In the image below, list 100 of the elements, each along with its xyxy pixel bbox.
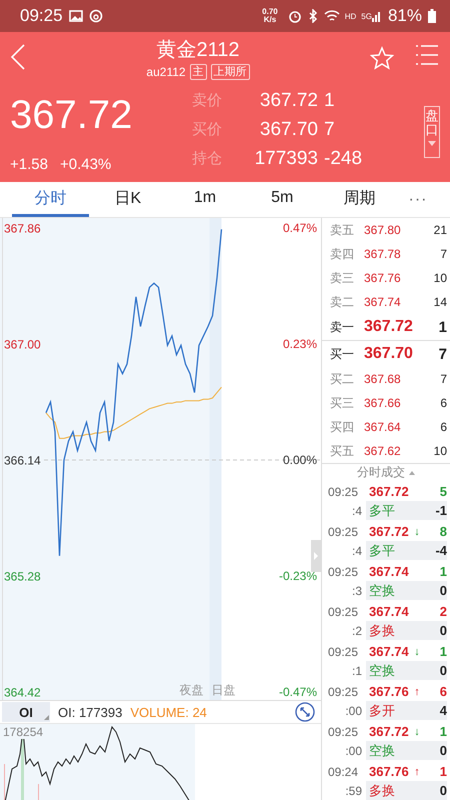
- book-level-label: 买一: [330, 346, 355, 362]
- book-price: 367.78: [364, 247, 402, 261]
- percent-tick: 0.47%: [282, 221, 317, 235]
- trade-price: 367.72: [368, 724, 409, 739]
- book-level-label: 买二: [330, 370, 355, 388]
- quote-label: 买价: [192, 120, 223, 140]
- book-price: 367.70: [364, 345, 414, 363]
- alarm-icon: [288, 9, 302, 23]
- trade-type: 多平: [366, 501, 425, 520]
- book-level-label: 买三: [330, 394, 355, 412]
- book-level-label: 卖五: [330, 222, 355, 238]
- trade-price: 367.74: [368, 644, 409, 659]
- trade-type: 多开: [366, 701, 425, 720]
- indicator-selector[interactable]: OI: [2, 702, 50, 722]
- position-change: 0: [425, 661, 447, 680]
- trade-type: 多换: [366, 781, 425, 800]
- clock-time: 09:25: [20, 6, 63, 26]
- expand-icon[interactable]: [295, 702, 315, 722]
- book-price: 367.74: [364, 295, 402, 309]
- book-quantity: 10: [432, 444, 447, 458]
- network-speed: 0.70: [262, 8, 278, 16]
- book-quantity: 1: [438, 318, 447, 336]
- trade-price: 367.76: [368, 684, 409, 699]
- trade-price: 367.74: [368, 564, 409, 579]
- contract-code: au2112: [146, 65, 186, 79]
- position-change: 0: [425, 741, 447, 760]
- menu-icon[interactable]: [416, 44, 438, 66]
- book-price: 367.64: [364, 420, 402, 434]
- price-tick: 364.42: [4, 686, 41, 700]
- book-quantity: 6: [439, 420, 447, 434]
- position-change: -4: [425, 541, 447, 560]
- period-tab[interactable]: 日K: [89, 182, 166, 217]
- trade-seconds: :59: [344, 784, 363, 798]
- trade-time: 09:25: [328, 524, 360, 538]
- book-level-label: 买四: [330, 418, 355, 436]
- quote-extra: 7: [324, 119, 336, 140]
- change-percent: +0.43%: [60, 156, 112, 173]
- book-price: 367.68: [364, 372, 402, 386]
- trade-quantity: 2: [438, 604, 447, 619]
- star-icon[interactable]: [370, 46, 394, 70]
- trade-arrow: ↓: [413, 646, 421, 658]
- trade-type: 空换: [366, 741, 425, 760]
- wifi-icon: [324, 10, 340, 22]
- price-tick: 365.28: [4, 570, 41, 584]
- trade-quantity: 1: [438, 564, 447, 579]
- position-change: 0: [425, 621, 447, 640]
- trade-quantity: 5: [438, 484, 447, 499]
- trade-seconds: :1: [350, 664, 363, 678]
- trade-seconds: :4: [350, 544, 363, 558]
- quote-extra: 1: [324, 90, 336, 111]
- percent-tick: -0.23%: [278, 569, 317, 583]
- percent-tick: 0.00%: [282, 453, 317, 467]
- quote-extra: -248: [324, 148, 364, 169]
- book-price: 367.76: [364, 271, 402, 285]
- book-quantity: 7: [439, 372, 447, 386]
- trade-time: 09:25: [328, 484, 360, 498]
- panel-handle[interactable]: [311, 540, 321, 572]
- trade-quantity: 6: [438, 684, 447, 699]
- trade-seconds: :2: [350, 624, 363, 638]
- signal-icon: [372, 10, 382, 22]
- oi-value: OI: 177393: [58, 704, 122, 720]
- volume-value: VOLUME: 24: [130, 704, 207, 720]
- bluetooth-icon: [308, 9, 318, 23]
- position-change: 0: [425, 781, 447, 800]
- trade-time: 09:25: [328, 684, 360, 698]
- period-tab[interactable]: 5m: [244, 182, 321, 217]
- back-icon[interactable]: [10, 44, 26, 70]
- trade-quantity: 1: [438, 724, 447, 739]
- quote-label: 持仓: [192, 149, 223, 169]
- position-change: 0: [425, 581, 447, 600]
- book-quantity: 21: [432, 223, 447, 237]
- book-level-label: 卖一: [330, 318, 355, 336]
- position-change: -1: [425, 501, 447, 520]
- trade-quantity: 1: [438, 764, 447, 779]
- price-change: +1.58: [10, 156, 48, 173]
- oi-scale: 178254: [3, 726, 44, 739]
- price-tick: 366.14: [4, 454, 41, 468]
- hd-label: HD: [344, 12, 356, 20]
- session-label: 日盘: [212, 682, 236, 699]
- battery-level: 81%: [388, 6, 422, 26]
- contract-tag: 上期所: [210, 64, 250, 80]
- quote-label: 卖价: [192, 91, 223, 111]
- quote-value: 367.70: [258, 119, 319, 140]
- trade-price: 367.72: [368, 484, 409, 499]
- book-price: 367.80: [364, 223, 402, 237]
- period-tab[interactable]: 1m: [166, 182, 244, 217]
- trade-time: 09:24: [328, 764, 360, 778]
- book-level-label: 卖二: [330, 294, 355, 310]
- sort-caret-icon[interactable]: [409, 470, 415, 474]
- book-price: 367.62: [364, 444, 402, 458]
- session-label: 夜盘: [180, 682, 204, 699]
- network-type: 5G: [361, 12, 372, 20]
- trade-quantity: 8: [438, 524, 447, 539]
- book-quantity: 10: [432, 271, 447, 285]
- more-button[interactable]: ···: [398, 182, 438, 217]
- quote-value: 367.72: [258, 90, 319, 111]
- trade-type: 多换: [366, 621, 425, 640]
- book-price: 367.66: [364, 396, 402, 410]
- trade-quantity: 1: [438, 644, 447, 659]
- period-tab[interactable]: 周期: [320, 182, 398, 217]
